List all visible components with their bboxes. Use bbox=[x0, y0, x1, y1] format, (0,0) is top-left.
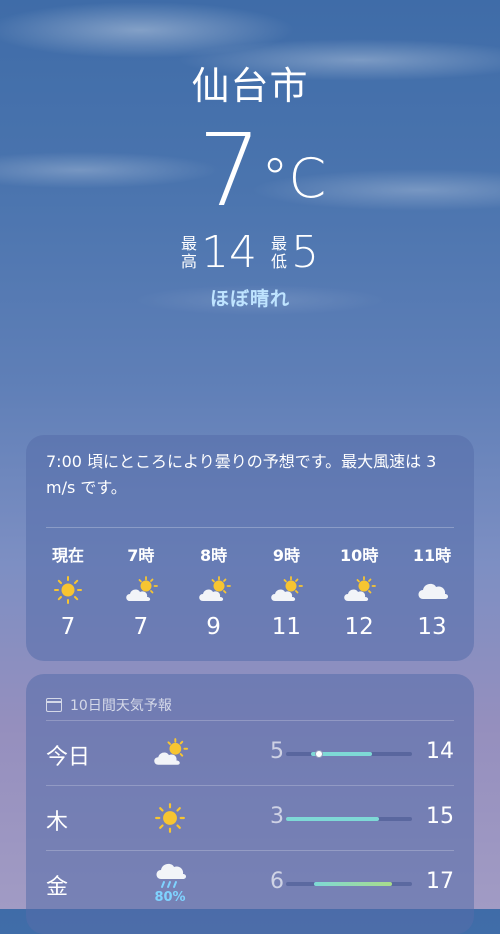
sun-icon bbox=[53, 566, 83, 614]
temperature-unit: °C bbox=[261, 147, 327, 210]
temperature-range-bar bbox=[286, 750, 412, 758]
current-weather-header: 仙台市 7°C 最高 14 最低 5 ほぼ晴れ bbox=[0, 62, 500, 311]
hourly-list[interactable]: 現在 7 7時 7 8時 9 9時 11 10時 12 11時 13 bbox=[26, 528, 474, 642]
hour-temp: 12 bbox=[344, 614, 374, 640]
city-name: 仙台市 bbox=[191, 64, 309, 108]
temperature-value: 7 bbox=[197, 112, 262, 229]
forecast-summary: 7:00 頃にところにより曇りの予想です。最大風速は 3 m/s です。 bbox=[46, 452, 437, 497]
low-label-char-1: 最 bbox=[271, 234, 288, 253]
day-label: 今日 bbox=[46, 745, 91, 770]
day-row[interactable]: 木 3 15 bbox=[46, 785, 454, 850]
low-label-char-2: 低 bbox=[271, 252, 288, 271]
condition-text: ほぼ晴れ bbox=[209, 288, 290, 310]
partly-cloudy-icon bbox=[341, 566, 377, 614]
hour-item: 11時 13 bbox=[396, 542, 468, 642]
temperature-range-fill bbox=[313, 882, 392, 886]
rain-icon: 80% bbox=[148, 859, 192, 907]
hour-time: 現在 bbox=[51, 546, 84, 565]
day-low: 6 bbox=[270, 869, 284, 894]
hour-time: 11時 bbox=[412, 546, 452, 565]
low-temp: 最低 5 bbox=[271, 230, 319, 276]
hour-temp: 7 bbox=[133, 614, 149, 640]
day-high: 15 bbox=[426, 804, 454, 829]
day-low: 3 bbox=[270, 804, 284, 829]
precipitation-chance: 80% bbox=[154, 890, 186, 905]
hour-temp: 13 bbox=[417, 614, 447, 640]
low-label: 最低 bbox=[271, 235, 287, 271]
low-value: 5 bbox=[291, 227, 320, 278]
hour-item: 現在 7 bbox=[32, 542, 104, 642]
hour-time: 9時 bbox=[272, 546, 300, 565]
hour-item: 9時 11 bbox=[250, 542, 322, 642]
partly-cloudy-icon bbox=[268, 566, 304, 614]
high-low: 最高 14 最低 5 bbox=[0, 230, 500, 276]
day-row[interactable]: 金 80% 6 17 bbox=[46, 850, 454, 915]
temperature-range-fill bbox=[286, 817, 380, 821]
temperature-range-bar bbox=[286, 817, 412, 821]
high-label-char-1: 最 bbox=[180, 234, 197, 253]
high-value: 14 bbox=[201, 227, 257, 278]
cloud-icon bbox=[415, 566, 449, 614]
day-row[interactable]: 今日 5 14 bbox=[46, 720, 454, 785]
partly-cloudy-icon bbox=[148, 729, 192, 777]
day-low: 5 bbox=[270, 739, 284, 764]
hourly-forecast-card[interactable]: 7:00 頃にところにより曇りの予想です。最大風速は 3 m/s です。 現在 … bbox=[26, 435, 474, 661]
hour-time: 7時 bbox=[127, 546, 155, 565]
current-temperature: 7°C bbox=[12, 116, 500, 226]
hour-item: 10時 12 bbox=[323, 542, 395, 642]
partly-cloudy-icon bbox=[123, 566, 159, 614]
partly-cloudy-icon bbox=[196, 566, 232, 614]
daily-forecast-header: 10日間天気予報 bbox=[26, 674, 474, 720]
calendar-icon bbox=[46, 698, 62, 712]
sun-icon bbox=[148, 794, 192, 842]
hour-item: 8時 9 bbox=[178, 542, 250, 642]
current-temperature-dot bbox=[314, 750, 323, 758]
temperature-range-bar bbox=[286, 882, 412, 886]
hour-time: 10時 bbox=[340, 546, 379, 565]
high-temp: 最高 14 bbox=[181, 230, 257, 276]
hour-temp: 11 bbox=[271, 614, 302, 640]
daily-forecast-title: 10日間天気予報 bbox=[70, 698, 172, 714]
day-label: 木 bbox=[46, 810, 69, 835]
day-label: 金 bbox=[46, 875, 69, 900]
high-label: 最高 bbox=[181, 235, 197, 271]
day-high: 17 bbox=[426, 869, 454, 894]
hour-time: 8時 bbox=[200, 546, 228, 565]
day-high: 14 bbox=[426, 739, 454, 764]
daily-forecast-card[interactable]: 10日間天気予報 今日 5 14 木 3 15 金 80% 6 17 bbox=[26, 674, 474, 934]
hour-item: 7時 7 bbox=[105, 542, 177, 642]
high-label-char-2: 高 bbox=[180, 252, 197, 271]
hour-temp: 7 bbox=[60, 614, 76, 640]
hour-temp: 9 bbox=[206, 614, 221, 640]
